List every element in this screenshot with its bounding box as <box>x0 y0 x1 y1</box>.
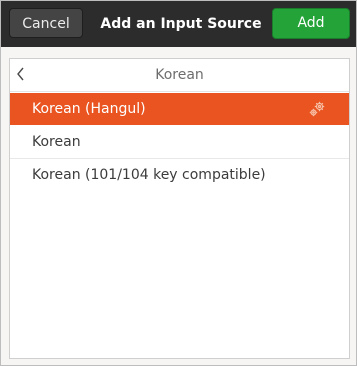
list-header: Korean <box>10 59 349 92</box>
chevron-left-icon[interactable] <box>14 65 28 83</box>
add-button[interactable]: Add <box>272 8 350 39</box>
input-source-list: Korean Korean (Hangul) Korean Korean (10… <box>9 58 350 359</box>
header-bar: Cancel Add an Input Source Add <box>1 1 356 47</box>
list-item-label: Korean (Hangul) <box>32 101 146 117</box>
gears-icon <box>309 101 325 117</box>
add-input-source-dialog: Cancel Add an Input Source Add Korean Ko… <box>0 0 357 366</box>
list-item-korean[interactable]: Korean <box>10 126 349 159</box>
list-title: Korean <box>155 67 204 83</box>
list-item-korean-hangul[interactable]: Korean (Hangul) <box>10 93 349 125</box>
list-item-label: Korean <box>32 134 81 150</box>
list-item-label: Korean (101/104 key compatible) <box>32 167 266 183</box>
dialog-title: Add an Input Source <box>100 16 262 32</box>
cancel-button[interactable]: Cancel <box>9 8 83 38</box>
list-item-korean-101-104[interactable]: Korean (101/104 key compatible) <box>10 159 349 192</box>
